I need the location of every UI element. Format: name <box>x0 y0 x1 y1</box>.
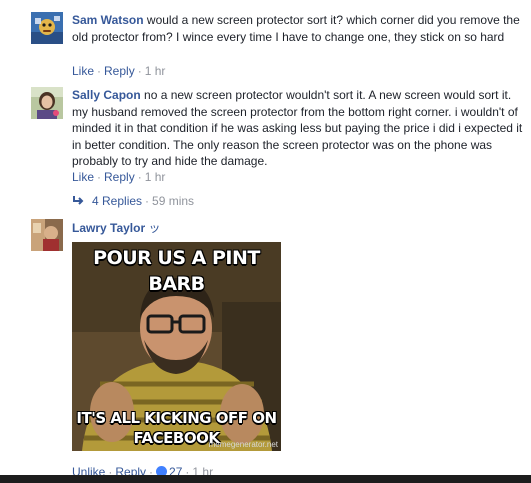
like-link[interactable]: Like <box>72 170 94 184</box>
separator-dot: · <box>97 170 102 184</box>
comment-body: Lawry Taylor ッ <box>72 220 524 237</box>
avatar[interactable] <box>31 87 63 119</box>
comment-body: Sally Capon no a new screen protector wo… <box>72 87 524 170</box>
comment-time[interactable]: 1 hr <box>145 170 166 184</box>
author-suffix: ッ <box>148 221 161 235</box>
comment-time[interactable]: 1 hr <box>145 64 166 78</box>
avatar-image <box>31 12 63 44</box>
meme-top-text: POUR US A PINT <box>93 247 260 269</box>
meme-top-text-line2: BARB <box>148 273 205 295</box>
reply-link[interactable]: Reply <box>104 64 135 78</box>
bottom-bar <box>0 475 531 483</box>
reply-arrow-icon <box>72 194 84 208</box>
avatar[interactable] <box>31 12 63 44</box>
comment-body: Sam Watson would a new screen protector … <box>72 12 524 45</box>
separator-dot: · <box>137 64 142 78</box>
avatar-image <box>31 219 63 251</box>
reply-link[interactable]: Reply <box>104 170 135 184</box>
comment-actions: Like · Reply · 1 hr <box>72 64 165 78</box>
separator-dot: · <box>97 64 102 78</box>
view-replies[interactable]: 4 Replies · 59 mins <box>72 194 194 208</box>
separator-dot: · <box>137 170 142 184</box>
avatar[interactable] <box>31 219 63 251</box>
avatar-image <box>31 87 63 119</box>
comment-author[interactable]: Sam Watson <box>72 13 144 27</box>
meme-image[interactable]: POUR US A PINT BARB IT'S ALL KICKING OFF… <box>72 242 281 451</box>
replies-count-link[interactable]: 4 Replies <box>92 194 142 208</box>
comment-author[interactable]: Sally Capon <box>72 88 141 102</box>
replies-time: 59 mins <box>152 194 195 208</box>
meme-watermark: memegenerator.net <box>208 440 278 449</box>
like-link[interactable]: Like <box>72 64 94 78</box>
comment-author[interactable]: Lawry Taylor <box>72 221 145 235</box>
separator-dot: · <box>145 194 150 208</box>
meme-bottom-text: IT'S ALL KICKING OFF ON <box>76 409 277 427</box>
comment-actions: Like · Reply · 1 hr <box>72 170 165 184</box>
